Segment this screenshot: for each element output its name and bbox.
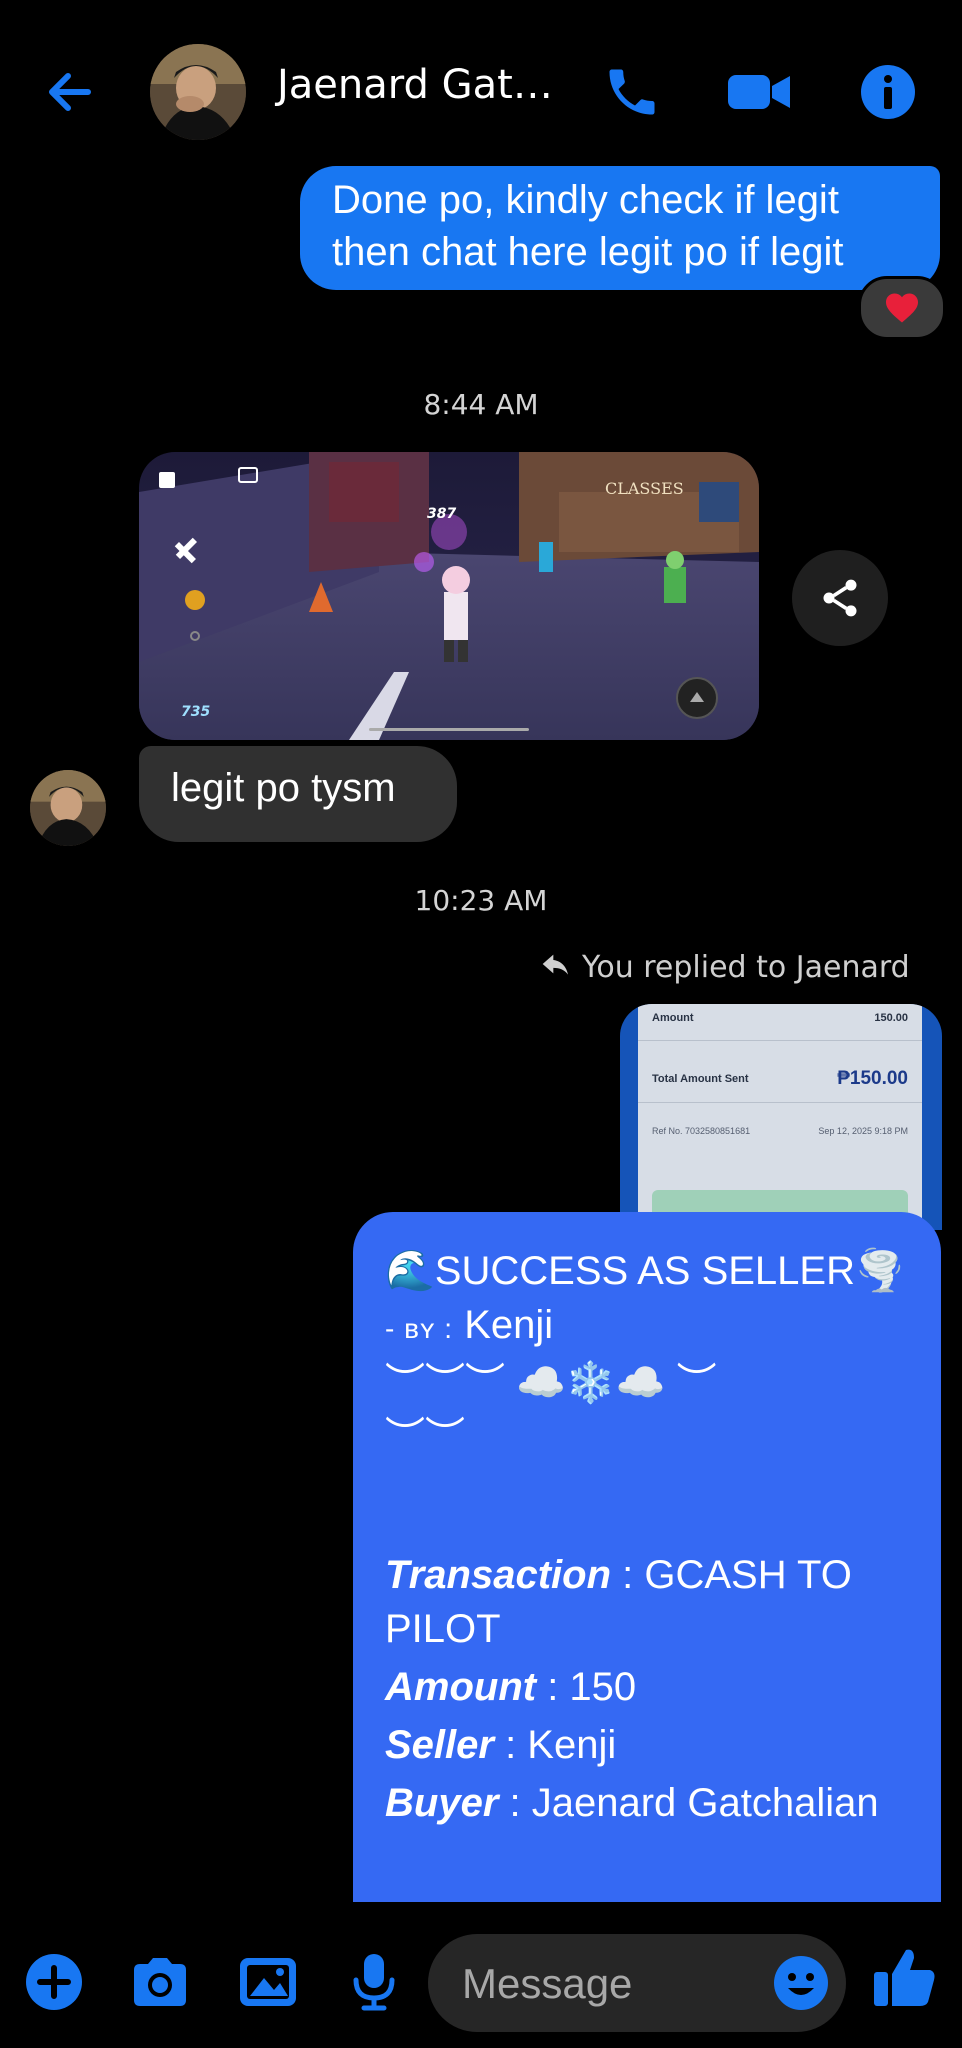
receipt-date: Sep 12, 2025 9:18 PM — [818, 1126, 908, 1136]
replied-receipt-preview[interactable]: Amount 150.00 Total Amount Sent ₱150.00 … — [620, 1004, 942, 1230]
seller-line: Seller : Kenji — [385, 1718, 909, 1772]
transaction-message[interactable]: 🌊SUCCESS AS SELLER🌪️ - ʙʏ : Kenji ︶︶︶ ☁️… — [353, 1212, 941, 1902]
heart-reaction[interactable] — [858, 276, 946, 340]
heart-icon — [886, 293, 918, 323]
timestamp: 10:23 AM — [414, 884, 548, 917]
transaction-label: Transaction — [385, 1553, 611, 1597]
microphone-icon[interactable] — [342, 1950, 406, 2014]
buyer-label: Buyer — [385, 1781, 499, 1825]
game-sign-text: CLASSES — [605, 479, 684, 498]
game-screenshot-image[interactable]: CLASSES 387 735 — [139, 452, 759, 740]
decorative-line: ︶︶ — [385, 1415, 465, 1459]
receipt-amount-label: Amount — [652, 1012, 694, 1024]
decorative-line: ︶︶︶ ☁️❄️☁️ ︶ — [385, 1361, 717, 1405]
transaction-line: Transaction : GCASH TO PILOT — [385, 1548, 909, 1656]
incoming-message[interactable]: legit po tysm — [139, 746, 457, 842]
game-score-text: 387 — [427, 506, 456, 522]
plus-icon[interactable] — [22, 1950, 86, 2014]
share-button[interactable] — [792, 550, 888, 646]
timestamp: 8:44 AM — [423, 388, 539, 421]
message-text: legit po tysm — [171, 766, 396, 810]
message-line: then chat here legit po if legit — [332, 230, 844, 274]
camera-icon[interactable] — [128, 1950, 192, 2014]
receipt-ref-number: Ref No. 7032580851681 — [652, 1126, 751, 1136]
byline-name: Kenji — [453, 1303, 554, 1347]
buyer-value: : Jaenard Gatchalian — [498, 1781, 879, 1825]
receipt-amount-value: 150.00 — [874, 1012, 908, 1024]
receipt-total-value: ₱150.00 — [837, 1068, 908, 1089]
amount-label: Amount — [385, 1665, 537, 1709]
contact-name[interactable]: Jaenard Gat… — [277, 62, 553, 108]
contact-avatar-small[interactable] — [30, 770, 106, 846]
info-icon[interactable] — [858, 62, 918, 122]
phone-icon[interactable] — [602, 62, 662, 122]
buyer-line: Buyer : Jaenard Gatchalian — [385, 1776, 909, 1830]
game-currency-text: 735 — [181, 704, 210, 720]
share-icon — [823, 579, 857, 617]
message-title: 🌊SUCCESS AS SELLER🌪️ — [385, 1249, 905, 1293]
seller-value: : Kenji — [493, 1723, 617, 1767]
gallery-icon[interactable] — [236, 1950, 300, 2014]
reply-note-text: You replied to Jaenard — [582, 950, 910, 985]
back-arrow-icon[interactable] — [40, 62, 100, 122]
receipt-total-label: Total Amount Sent — [652, 1073, 749, 1085]
reply-indicator: You replied to Jaenard — [540, 950, 910, 985]
emoji-icon[interactable] — [772, 1954, 830, 2012]
like-icon[interactable] — [868, 1942, 940, 2014]
message-byline: - ʙʏ : Kenji — [385, 1298, 909, 1356]
message-input-container[interactable] — [428, 1934, 846, 2032]
amount-value: : 150 — [536, 1665, 637, 1709]
seller-label: Seller — [385, 1723, 494, 1767]
video-call-icon[interactable] — [726, 62, 794, 122]
byline-prefix: - ʙʏ : — [385, 1313, 454, 1344]
reply-arrow-icon — [542, 954, 568, 975]
message-line: Done po, kindly check if legit — [332, 178, 839, 222]
amount-line: Amount : 150 — [385, 1660, 909, 1714]
message-input[interactable] — [460, 1956, 764, 2012]
outgoing-message[interactable]: Done po, kindly check if legit then chat… — [300, 166, 940, 290]
contact-avatar[interactable] — [150, 44, 246, 140]
